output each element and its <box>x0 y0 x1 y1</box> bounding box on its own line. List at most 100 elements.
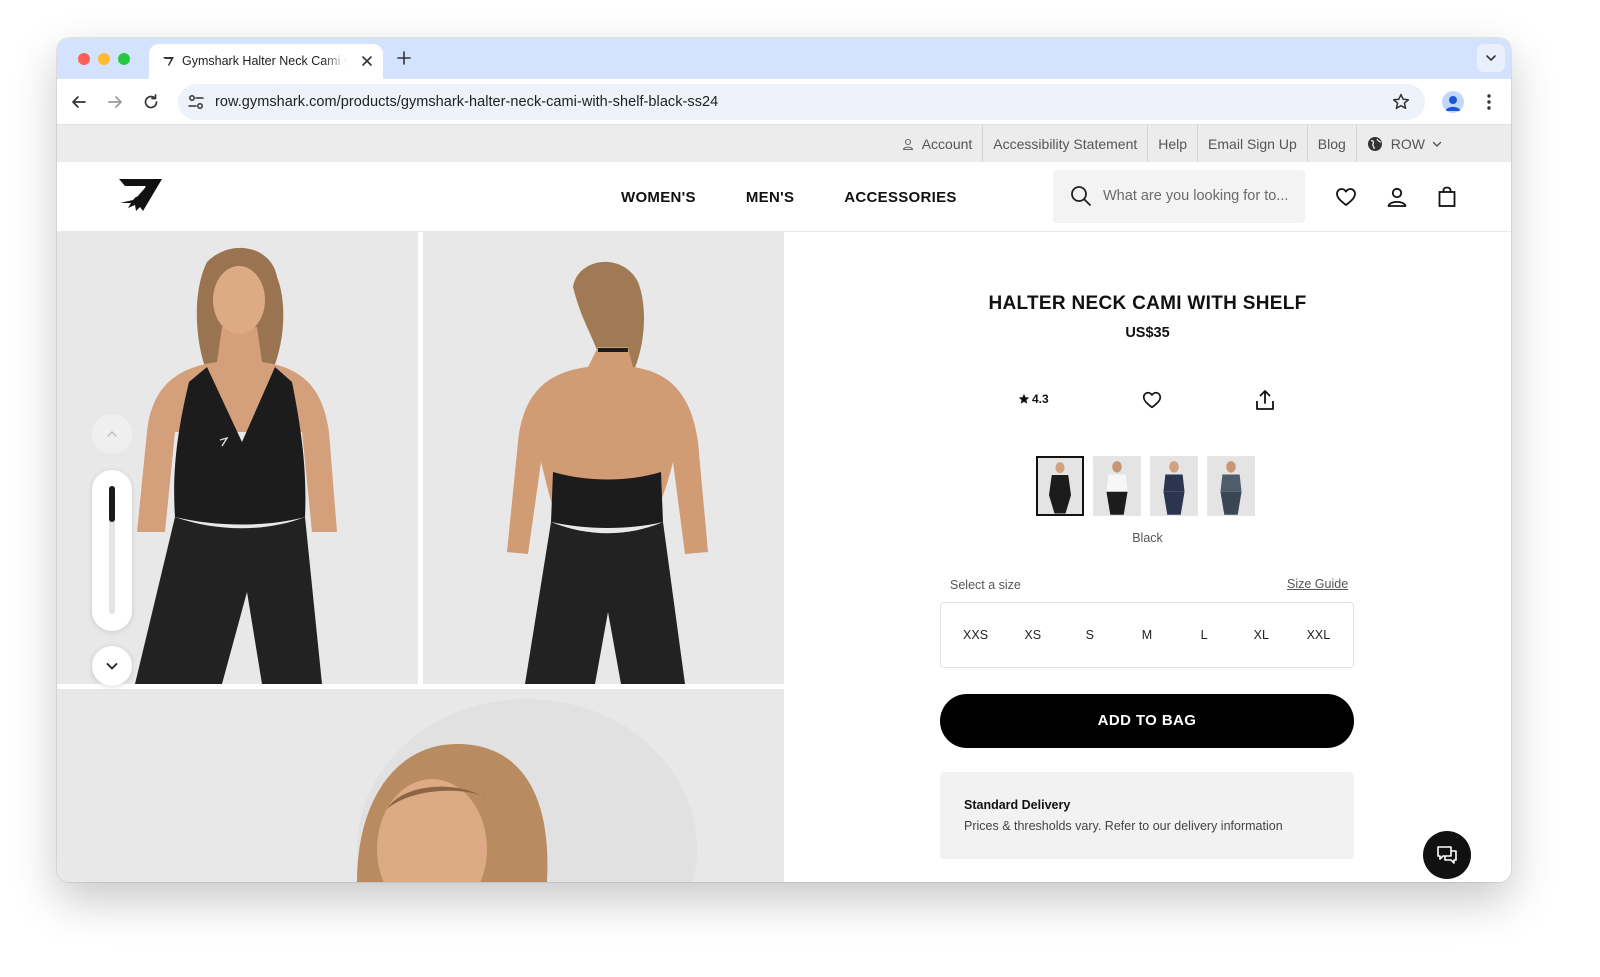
user-icon <box>902 138 913 150</box>
size-option-xxs[interactable]: XXS <box>951 628 1001 642</box>
delivery-text: Prices & thresholds vary. Refer to our d… <box>964 819 1283 833</box>
reload-icon <box>144 94 158 109</box>
region-selector[interactable]: ROW <box>1355 125 1453 162</box>
site-header: WOMEN'S MEN'S ACCESSORIES <box>57 162 1511 232</box>
size-label: Select a size <box>950 578 1021 592</box>
gymshark-favicon-icon <box>163 57 174 66</box>
colour-swatches <box>1036 456 1255 516</box>
chevron-down-icon <box>1432 141 1442 147</box>
tab-title: Gymshark Halter Neck Cami with Shelf - B… <box>182 54 347 68</box>
size-option-xxl[interactable]: XXL <box>1293 628 1343 642</box>
tab-strip: Gymshark Halter Neck Cami with Shelf - B… <box>57 38 1511 79</box>
back-button[interactable] <box>69 92 89 112</box>
arrow-left-icon <box>72 96 86 108</box>
blog-label: Blog <box>1317 135 1346 152</box>
arrow-right-icon <box>108 96 122 108</box>
size-option-l[interactable]: L <box>1179 628 1229 642</box>
swatch-navy[interactable] <box>1150 456 1198 516</box>
url-text: row.gymshark.com/products/gymshark-halte… <box>215 94 719 110</box>
scrollbar-thumb[interactable] <box>109 486 115 522</box>
search-input[interactable] <box>1103 184 1293 208</box>
size-option-m[interactable]: M <box>1122 628 1172 642</box>
chat-button[interactable] <box>1423 831 1471 879</box>
model-closeup-image <box>57 689 784 882</box>
gallery-scroll-down-button[interactable] <box>92 646 132 686</box>
swatch-slate[interactable] <box>1207 456 1255 516</box>
nav-womens[interactable]: WOMEN'S <box>621 189 696 206</box>
browser-menu-icon[interactable] <box>1481 92 1497 112</box>
utility-bar: Account Accessibility Statement Help Ema… <box>57 125 1511 162</box>
email-signup-link[interactable]: Email Sign Up <box>1197 125 1307 162</box>
delivery-title: Standard Delivery <box>964 798 1071 812</box>
account-link[interactable]: Account <box>892 125 983 162</box>
accessibility-link[interactable]: Accessibility Statement <box>982 125 1147 162</box>
close-tab-icon[interactable] <box>359 53 375 69</box>
minimize-window-button[interactable] <box>98 53 110 65</box>
main-nav: WOMEN'S MEN'S ACCESSORIES <box>621 162 957 232</box>
chevron-down-icon <box>106 663 118 670</box>
help-link[interactable]: Help <box>1147 125 1197 162</box>
product-price: US$35 <box>1125 325 1170 341</box>
utility-links: Account Accessibility Statement Help Ema… <box>892 125 1453 162</box>
model-back-image <box>423 232 784 684</box>
product-gallery <box>57 232 784 882</box>
site-info-icon[interactable] <box>187 93 205 111</box>
nav-accessories[interactable]: ACCESSORIES <box>844 189 957 206</box>
size-guide-link[interactable]: Size Guide <box>1287 577 1348 591</box>
share-icon[interactable] <box>1254 388 1276 412</box>
size-option-s[interactable]: S <box>1065 628 1115 642</box>
account-label: Account <box>921 135 973 152</box>
gallery-scrollbar[interactable] <box>92 470 132 631</box>
user-icon[interactable] <box>1385 185 1409 209</box>
star-icon <box>1018 393 1030 404</box>
maximize-window-button[interactable] <box>118 53 130 65</box>
swatch-white[interactable] <box>1093 456 1141 516</box>
page-viewport: Account Accessibility Statement Help Ema… <box>57 125 1511 882</box>
forward-button[interactable] <box>105 92 125 112</box>
product-info: HALTER NECK CAMI WITH SHELF US$35 4.3 Bl… <box>784 232 1511 882</box>
profile-avatar-icon[interactable] <box>1442 91 1464 113</box>
size-option-xs[interactable]: XS <box>1008 628 1058 642</box>
chat-icon <box>1437 846 1457 864</box>
region-label: ROW <box>1390 135 1425 152</box>
swatch-black[interactable] <box>1036 456 1084 516</box>
help-label: Help <box>1158 135 1188 152</box>
bag-icon[interactable] <box>1435 185 1459 209</box>
chevron-down-icon <box>1486 55 1496 62</box>
swatch-navy-image <box>1151 457 1197 515</box>
selected-colour-name: Black <box>1132 531 1163 545</box>
add-to-bag-button[interactable]: ADD TO BAG <box>940 694 1354 748</box>
blog-link[interactable]: Blog <box>1306 125 1356 162</box>
browser-toolbar: row.gymshark.com/products/gymshark-halte… <box>57 79 1511 125</box>
product-image-closeup[interactable] <box>57 689 784 882</box>
product-image-back[interactable] <box>423 232 784 684</box>
rating-value: 4.3 <box>1032 392 1049 406</box>
size-selector: XXS XS S M L XL XXL <box>940 602 1354 668</box>
email-signup-label: Email Sign Up <box>1208 135 1297 152</box>
delivery-info: Standard Delivery Prices & thresholds va… <box>940 772 1354 859</box>
accessibility-label: Accessibility Statement <box>993 135 1138 152</box>
gymshark-logo-icon[interactable] <box>117 176 163 214</box>
tab-search-button[interactable] <box>1477 44 1505 72</box>
swatch-slate-image <box>1208 457 1254 515</box>
size-option-xl[interactable]: XL <box>1236 628 1286 642</box>
add-to-wishlist-heart-icon[interactable] <box>1141 389 1163 411</box>
search-icon <box>1071 186 1091 206</box>
swatch-white-image <box>1094 457 1140 515</box>
new-tab-icon[interactable] <box>395 49 413 67</box>
reload-button[interactable] <box>141 92 161 112</box>
product-title: HALTER NECK CAMI WITH SHELF <box>988 293 1307 314</box>
heart-icon[interactable] <box>1334 185 1358 209</box>
swatch-black-image <box>1038 458 1082 514</box>
chevron-up-icon <box>107 431 117 437</box>
bookmark-star-icon[interactable] <box>1391 92 1411 112</box>
product-rating[interactable]: 4.3 <box>1018 392 1049 406</box>
browser-tab[interactable]: Gymshark Halter Neck Cami with Shelf - B… <box>149 44 383 79</box>
gallery-scroll-up-button[interactable] <box>92 414 132 454</box>
browser-window: Gymshark Halter Neck Cami with Shelf - B… <box>57 38 1511 882</box>
globe-icon <box>1367 136 1382 151</box>
address-bar[interactable]: row.gymshark.com/products/gymshark-halte… <box>178 84 1425 120</box>
nav-mens[interactable]: MEN'S <box>746 189 794 206</box>
search-box[interactable] <box>1053 170 1305 223</box>
close-window-button[interactable] <box>78 53 90 65</box>
